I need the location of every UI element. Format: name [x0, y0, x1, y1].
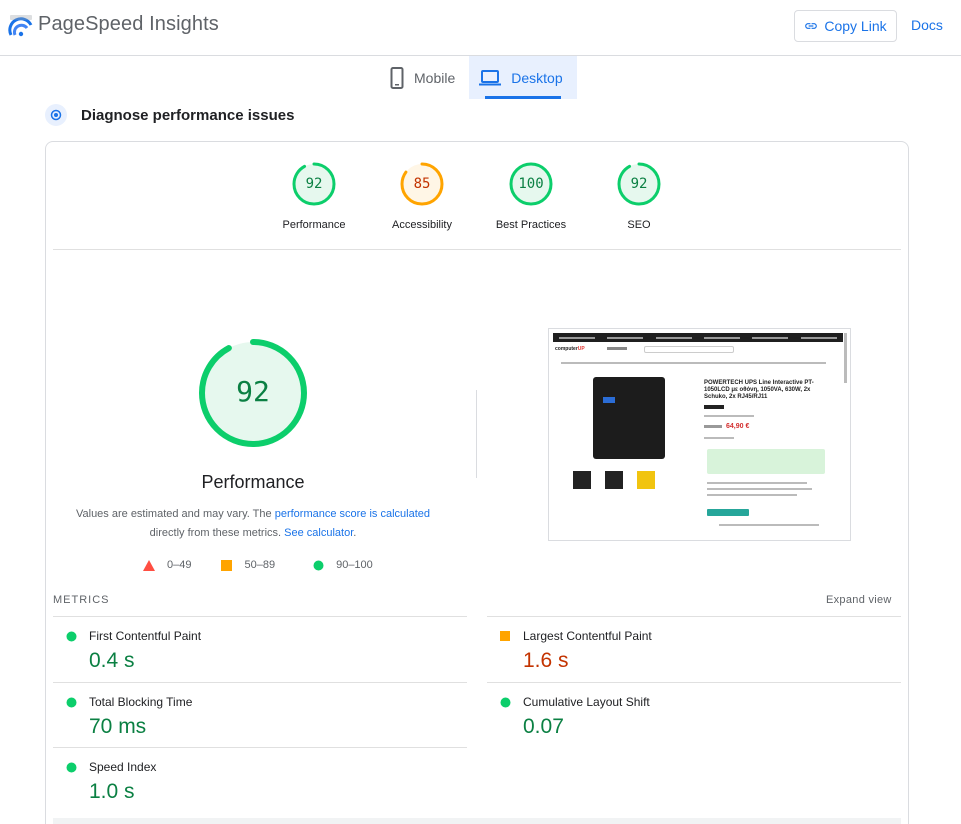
- shot-text-line: [707, 488, 812, 490]
- metric-si-name: Speed Index: [89, 760, 157, 774]
- performance-score-link[interactable]: performance score is calculated: [275, 508, 430, 520]
- metric-cls-name: Cumulative Layout Shift: [523, 695, 650, 709]
- gauge-seo[interactable]: 92 SEO: [594, 161, 684, 231]
- metric-lcp[interactable]: Largest Contentful Paint 1.6 s: [487, 616, 901, 682]
- phone-icon: [390, 66, 404, 89]
- copy-link-label: Copy Link: [824, 18, 887, 34]
- note-text-2: directly from these metrics.: [149, 527, 285, 539]
- pass-circle-icon: [500, 697, 511, 708]
- shot-product-image: [593, 377, 665, 459]
- shot-text-line: [707, 494, 797, 496]
- metric-fcp[interactable]: First Contentful Paint 0.4 s: [53, 616, 467, 682]
- metric-lcp-name: Largest Contentful Paint: [523, 629, 652, 643]
- shot-text-line: [704, 437, 734, 439]
- expand-view-button[interactable]: Expand view: [826, 594, 892, 606]
- legend-average-range: 50–89: [244, 559, 276, 571]
- shot-price: 64,90 €: [726, 423, 750, 430]
- page-screenshot-thumbnail[interactable]: computerUP POWERTECH UPS Line Interactiv…: [548, 328, 851, 541]
- shot-button: [707, 509, 749, 516]
- gauge-best-practices-value: 100: [518, 176, 544, 192]
- metric-si-value: 1.0 s: [89, 780, 135, 803]
- shot-thumbnails: [573, 471, 655, 489]
- metric-fcp-name: First Contentful Paint: [89, 629, 202, 643]
- metrics-title: METRICS: [53, 594, 110, 606]
- shot-brand-logo: computerUP: [555, 346, 585, 352]
- shot-brand-accent: UP: [577, 346, 585, 352]
- pass-circle-icon: [66, 631, 77, 642]
- tab-mobile[interactable]: Mobile: [380, 56, 469, 99]
- legend-average: 50–89: [221, 559, 275, 571]
- legend-fail-range: 0–49: [167, 559, 192, 571]
- gauge-accessibility-value: 85: [413, 176, 431, 192]
- performance-note: Values are estimated and may vary. The p…: [70, 505, 436, 543]
- category-gauges: 92 Performance 85 Accessibility 100 Best…: [53, 161, 901, 250]
- shot-old-price: [704, 425, 722, 428]
- gauge-performance[interactable]: 92 Performance: [269, 161, 359, 231]
- pagespeed-logo-icon[interactable]: [8, 13, 34, 37]
- shot-text-line: [704, 415, 754, 417]
- shot-text-line: [707, 482, 807, 484]
- gauge-accessibility[interactable]: 85 Accessibility: [377, 161, 467, 231]
- copy-link-button[interactable]: Copy Link: [794, 10, 897, 42]
- shot-search: [644, 346, 734, 353]
- metric-si[interactable]: Speed Index 1.0 s: [53, 747, 467, 813]
- app-header: PageSpeed Insights Copy Link Docs: [0, 0, 961, 56]
- performance-label: Performance: [201, 472, 305, 492]
- metric-tbt-name: Total Blocking Time: [89, 695, 193, 709]
- average-square-icon: [500, 631, 510, 641]
- shot-scrollbar: [844, 333, 847, 383]
- note-text-1: Values are estimated and may vary. The: [75, 508, 275, 520]
- app-title: PageSpeed Insights: [38, 13, 219, 35]
- link-icon: [805, 23, 818, 29]
- shot-menu: [607, 347, 627, 350]
- tab-desktop-label: Desktop: [511, 69, 563, 86]
- triangle-icon: [143, 559, 155, 571]
- tab-desktop[interactable]: Desktop: [469, 56, 577, 99]
- gauge-best-practices[interactable]: 100 Best Practices: [486, 161, 576, 231]
- shot-text-line: [719, 524, 819, 526]
- gauge-seo-value: 92: [630, 176, 648, 192]
- note-text-3: .: [353, 527, 357, 539]
- laptop-icon: [479, 69, 502, 85]
- performance-score: 92: [236, 375, 270, 408]
- bottom-strip: [53, 818, 901, 824]
- gauge-performance-value: 92: [305, 176, 323, 192]
- gauge-performance-label: Performance: [282, 219, 346, 231]
- pass-circle-icon: [66, 762, 77, 773]
- diagnose-icon: [45, 104, 67, 126]
- metric-tbt-value: 70 ms: [89, 715, 147, 738]
- metric-lcp-value: 1.6 s: [523, 649, 569, 672]
- gauge-best-practices-label: Best Practices: [495, 219, 567, 231]
- metric-tbt[interactable]: Total Blocking Time 70 ms: [53, 682, 467, 748]
- gauge-accessibility-label: Accessibility: [392, 219, 452, 231]
- see-calculator-link[interactable]: See calculator: [284, 527, 353, 539]
- gauge-seo-label: SEO: [627, 219, 651, 231]
- legend-pass: 90–100: [313, 559, 373, 571]
- device-tabs: Mobile Desktop: [380, 56, 577, 99]
- circle-icon: [313, 560, 324, 570]
- vertical-divider: [476, 390, 477, 478]
- score-legend: 0–49 50–89 90–100: [143, 559, 403, 571]
- metric-cls-value: 0.07: [523, 715, 564, 738]
- shot-top-bar: [553, 333, 843, 342]
- shot-info-box: [707, 449, 825, 474]
- section-title: Diagnose performance issues: [81, 107, 295, 124]
- tab-mobile-label: Mobile: [414, 69, 456, 86]
- shot-product-title: POWERTECH UPS Line Interactive PT-1050LC…: [704, 380, 814, 400]
- pass-circle-icon: [66, 697, 77, 708]
- shot-tag: [704, 405, 724, 409]
- docs-link[interactable]: Docs: [911, 17, 943, 33]
- shot-brand: computer: [555, 346, 578, 352]
- shot-breadcrumb: [561, 362, 826, 364]
- legend-fail: 0–49: [143, 559, 191, 571]
- square-icon: [221, 559, 233, 571]
- metric-fcp-value: 0.4 s: [89, 649, 135, 672]
- metric-cls[interactable]: Cumulative Layout Shift 0.07: [487, 682, 901, 748]
- legend-pass-range: 90–100: [336, 559, 373, 571]
